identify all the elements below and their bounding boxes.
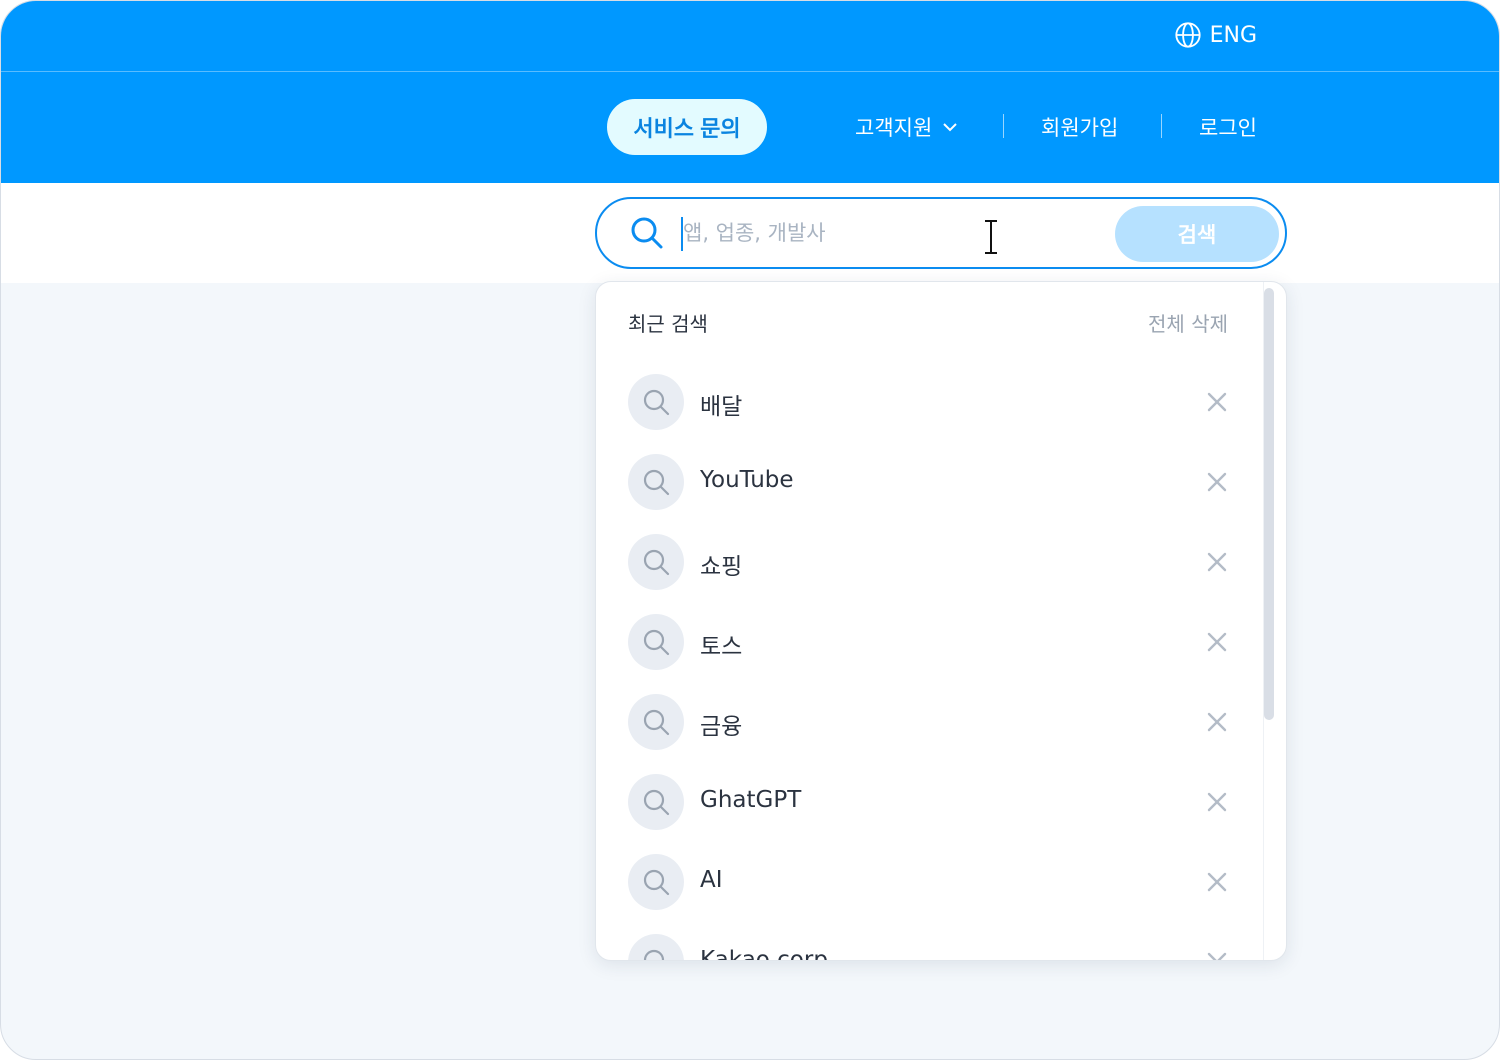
nav-signup[interactable]: 회원가입 — [1041, 112, 1118, 142]
close-icon[interactable] — [1206, 791, 1228, 813]
search-bar: 검색 — [595, 197, 1287, 269]
search-input[interactable] — [683, 213, 1103, 253]
close-icon[interactable] — [1206, 551, 1228, 573]
search-badge — [628, 934, 684, 960]
search-badge — [628, 534, 684, 590]
close-icon[interactable] — [1206, 631, 1228, 653]
search-icon — [643, 869, 670, 896]
recent-search-label: AI — [700, 867, 723, 893]
nav-login[interactable]: 로그인 — [1199, 112, 1257, 142]
search-icon — [643, 949, 665, 960]
search-icon — [643, 629, 670, 656]
recent-search-list: 배달 YouTube 쇼핑 토스 금융 GhatGPT AI Kakao cor… — [628, 374, 1228, 961]
recent-search-label: Kakao corp — [700, 947, 828, 961]
recent-search-item[interactable]: AI — [628, 854, 1228, 934]
recent-search-title: 최근 검색 — [628, 312, 708, 336]
recent-search-item[interactable]: 금융 — [628, 694, 1228, 774]
globe-icon — [1174, 22, 1201, 48]
close-icon[interactable] — [1206, 871, 1228, 893]
recent-search-item[interactable]: 쇼핑 — [628, 534, 1228, 614]
language-label: ENG — [1209, 22, 1257, 48]
clear-all-button[interactable]: 전체 삭제 — [1148, 308, 1228, 337]
recent-search-label: YouTube — [700, 467, 794, 493]
header: ENG 서비스 문의 고객지원 회원가입 로그인 — [1, 1, 1499, 183]
nav-support-label: 고객지원 — [855, 116, 933, 140]
nav-divider — [1003, 114, 1004, 138]
recent-search-dropdown: 최근 검색 전체 삭제 배달 YouTube 쇼핑 토스 금융 GhatGPT … — [595, 281, 1287, 961]
search-icon — [643, 549, 670, 576]
recent-search-label: 배달 — [700, 394, 743, 420]
language-switcher[interactable]: ENG — [1174, 21, 1257, 49]
recent-search-item[interactable]: YouTube — [628, 454, 1228, 534]
search-icon — [631, 217, 663, 249]
nav-divider — [1161, 114, 1162, 138]
recent-search-label: GhatGPT — [700, 787, 802, 813]
nav-login-label: 로그인 — [1199, 116, 1257, 140]
close-icon[interactable] — [1206, 471, 1228, 493]
main-nav: 서비스 문의 고객지원 회원가입 로그인 — [1, 72, 1499, 183]
search-button[interactable]: 검색 — [1115, 206, 1279, 262]
search-badge — [628, 854, 684, 910]
search-badge — [628, 374, 684, 430]
top-bar: ENG — [1, 1, 1499, 72]
close-icon[interactable] — [1206, 711, 1228, 733]
search-badge — [628, 774, 684, 830]
service-inquiry-button[interactable]: 서비스 문의 — [607, 99, 767, 155]
app-window: ENG 서비스 문의 고객지원 회원가입 로그인 앱, 업종, 개발사 검색 최… — [0, 0, 1500, 1060]
nav-signup-label: 회원가입 — [1041, 116, 1119, 140]
recent-search-label: 토스 — [700, 634, 743, 660]
scrollbar[interactable] — [1264, 288, 1274, 720]
recent-search-label: 쇼핑 — [700, 554, 743, 580]
search-icon — [643, 389, 670, 416]
close-icon[interactable] — [1206, 951, 1228, 961]
recent-search-label: 금융 — [700, 714, 743, 740]
search-icon — [643, 469, 670, 496]
search-badge — [628, 694, 684, 750]
close-icon[interactable] — [1206, 391, 1228, 413]
search-icon — [643, 789, 670, 816]
recent-search-header: 최근 검색 전체 삭제 — [628, 308, 1228, 338]
chevron-down-icon — [943, 123, 957, 132]
recent-search-item[interactable]: GhatGPT — [628, 774, 1228, 854]
recent-search-item[interactable]: 배달 — [628, 374, 1228, 454]
search-icon — [643, 709, 670, 736]
nav-support[interactable]: 고객지원 — [855, 112, 960, 142]
recent-search-item[interactable]: 토스 — [628, 614, 1228, 694]
search-badge — [628, 614, 684, 670]
text-cursor-icon — [985, 220, 997, 254]
recent-search-item[interactable]: Kakao corp — [628, 934, 1228, 961]
search-badge — [628, 454, 684, 510]
